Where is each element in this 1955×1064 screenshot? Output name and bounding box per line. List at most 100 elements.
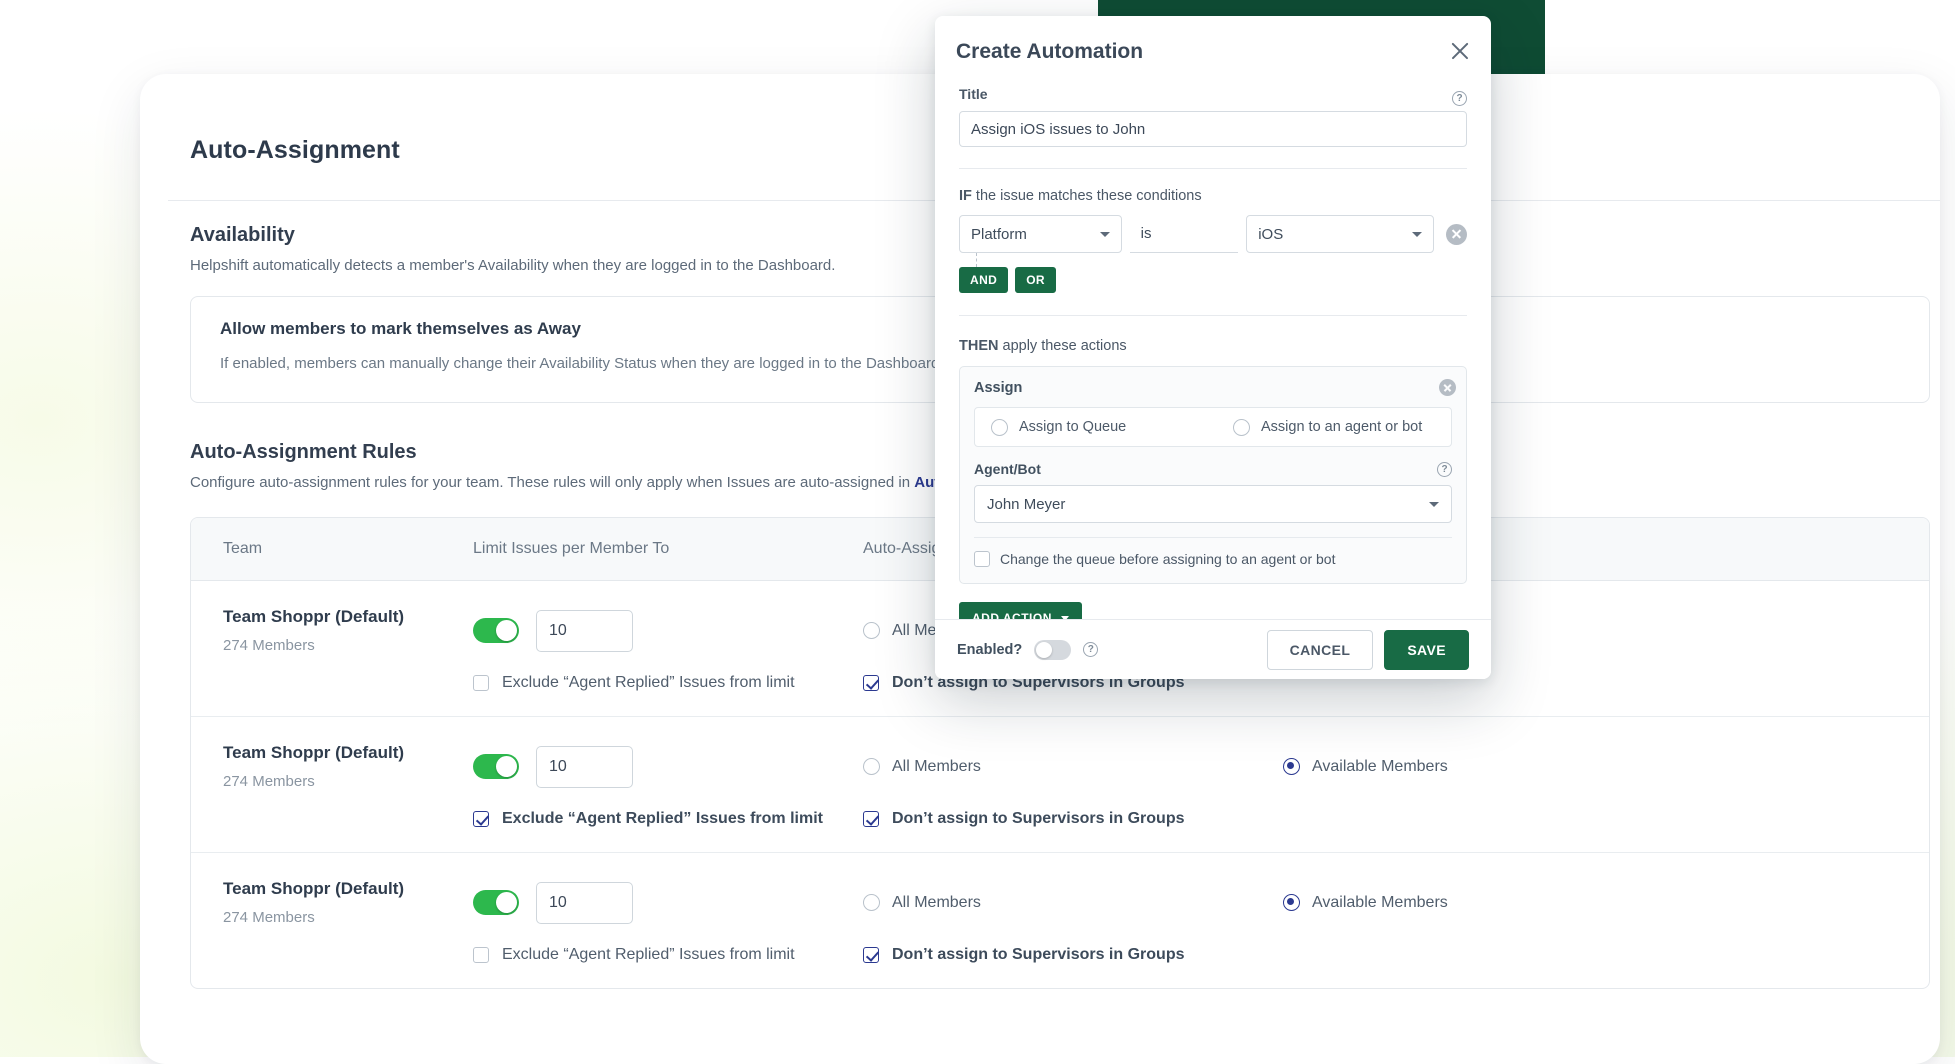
radio-icon [1283, 758, 1300, 775]
checkbox-icon [473, 675, 489, 691]
assign-to-queue-label: Assign to Queue [1019, 419, 1126, 435]
toggle-knob [496, 756, 517, 777]
if-keyword: IF [959, 188, 972, 204]
dont-assign-supervisors-label: Don’t assign to Supervisors in Groups [892, 810, 1184, 828]
limit-toggle[interactable] [473, 754, 519, 779]
then-keyword: THEN [959, 338, 998, 354]
team-member-count: 274 Members [223, 773, 473, 790]
limit-toggle[interactable] [473, 890, 519, 915]
toggle-knob [496, 892, 517, 913]
if-rest: the issue matches these conditions [972, 188, 1202, 204]
condition-value-text: iOS [1258, 226, 1283, 243]
help-icon[interactable]: ? [1083, 642, 1098, 657]
exclude-agent-replied-checkbox[interactable]: Exclude “Agent Replied” Issues from limi… [473, 810, 863, 828]
checkbox-icon [473, 811, 489, 827]
title-field-header: Title ? [959, 86, 1467, 111]
then-actions-label: THEN apply these actions [959, 338, 1467, 354]
title-field-label: Title [959, 86, 988, 102]
toggle-knob [496, 620, 517, 641]
chevron-down-icon [1429, 502, 1439, 507]
radio-icon [1233, 419, 1250, 436]
radio-available-members-label: Available Members [1312, 758, 1448, 776]
and-or-buttons: AND OR [959, 267, 1467, 293]
radio-icon [863, 622, 880, 639]
availability-section: Availability Helpshift automatically det… [190, 224, 835, 274]
automation-title-input[interactable] [959, 111, 1467, 147]
agent-bot-label: Agent/Bot [974, 461, 1041, 477]
chevron-down-icon [1412, 232, 1422, 237]
toggle-knob [1036, 642, 1052, 658]
team-name: Team Shoppr (Default) [223, 743, 473, 763]
checkbox-icon [863, 947, 879, 963]
radio-available-members[interactable]: Available Members [1283, 758, 1929, 776]
table-row: Team Shoppr (Default) 274 Members All Me… [191, 853, 1929, 988]
agent-bot-value: John Meyer [987, 496, 1065, 513]
availability-description: Helpshift automatically detects a member… [190, 257, 835, 274]
limit-toggle[interactable] [473, 618, 519, 643]
assign-to-queue-option[interactable]: Assign to Queue [991, 419, 1233, 436]
column-header-limit: Limit Issues per Member To [473, 540, 863, 558]
delete-condition-icon[interactable] [1446, 224, 1467, 245]
if-conditions-label: IF the issue matches these conditions [959, 188, 1467, 204]
exclude-agent-replied-label: Exclude “Agent Replied” Issues from limi… [502, 674, 795, 692]
radio-icon [863, 758, 880, 775]
radio-available-members[interactable]: Available Members [1283, 894, 1929, 912]
radio-icon [863, 894, 880, 911]
exclude-agent-replied-checkbox[interactable]: Exclude “Agent Replied” Issues from limi… [473, 946, 863, 964]
radio-all-members[interactable]: All Members [863, 758, 1283, 776]
radio-icon [1283, 894, 1300, 911]
availability-heading: Availability [190, 224, 835, 247]
then-rest: apply these actions [998, 338, 1126, 354]
rules-description-text: Configure auto-assignment rules for your… [190, 474, 914, 491]
team-member-count: 274 Members [223, 637, 473, 654]
limit-value-input[interactable] [536, 746, 633, 788]
agent-field-header: Agent/Bot ? [974, 461, 1452, 477]
dont-assign-supervisors-checkbox[interactable]: Don’t assign to Supervisors in Groups [863, 810, 1184, 828]
checkbox-icon [863, 811, 879, 827]
condition-field-select[interactable]: Platform [959, 215, 1122, 253]
modal-title: Create Automation [956, 40, 1143, 64]
save-button[interactable]: SAVE [1384, 630, 1469, 670]
exclude-agent-replied-label: Exclude “Agent Replied” Issues from limi… [502, 810, 823, 828]
availability-card-description: If enabled, members can manually change … [220, 355, 944, 372]
exclude-agent-replied-checkbox[interactable]: Exclude “Agent Replied” Issues from limi… [473, 674, 863, 692]
checkbox-icon [863, 675, 879, 691]
assign-target-radio-group: Assign to Queue Assign to an agent or bo… [974, 407, 1452, 447]
assign-to-agent-label: Assign to an agent or bot [1261, 419, 1422, 435]
limit-value-input[interactable] [536, 882, 633, 924]
assign-action-card: Assign Assign to Queue Assign to an agen… [959, 366, 1467, 584]
page-title: Auto-Assignment [190, 136, 400, 165]
exclude-agent-replied-label: Exclude “Agent Replied” Issues from limi… [502, 946, 795, 964]
modal-footer: Enabled? ? CANCEL SAVE [935, 619, 1491, 679]
enabled-control: Enabled? ? [957, 640, 1098, 660]
dont-assign-supervisors-checkbox[interactable]: Don’t assign to Supervisors in Groups [863, 946, 1184, 964]
condition-field-value: Platform [971, 226, 1027, 243]
radio-all-members-label: All Members [892, 758, 981, 776]
condition-row: Platform is iOS [959, 215, 1467, 253]
or-button[interactable]: OR [1015, 267, 1056, 293]
action-title: Assign [974, 380, 1452, 396]
change-queue-checkbox[interactable]: Change the queue before assigning to an … [974, 551, 1452, 567]
help-icon[interactable]: ? [1452, 91, 1467, 106]
delete-action-icon[interactable] [1439, 379, 1456, 396]
limit-value-input[interactable] [536, 610, 633, 652]
help-icon[interactable]: ? [1437, 462, 1452, 477]
radio-all-members[interactable]: All Members [863, 894, 1283, 912]
close-icon[interactable] [1449, 40, 1471, 62]
team-name: Team Shoppr (Default) [223, 879, 473, 899]
column-header-team: Team [191, 540, 473, 558]
divider [959, 315, 1467, 316]
agent-bot-select[interactable]: John Meyer [974, 485, 1452, 523]
change-queue-label: Change the queue before assigning to an … [1000, 551, 1335, 567]
enabled-label: Enabled? [957, 642, 1022, 658]
team-member-count: 274 Members [223, 909, 473, 926]
create-automation-modal: Create Automation Title ? IF the issue m… [935, 16, 1491, 679]
and-button[interactable]: AND [959, 267, 1008, 293]
assign-to-agent-option[interactable]: Assign to an agent or bot [1233, 419, 1422, 436]
cancel-button[interactable]: CANCEL [1267, 630, 1374, 670]
radio-icon [991, 419, 1008, 436]
condition-value-select[interactable]: iOS [1246, 215, 1434, 253]
condition-operator-select[interactable]: is [1130, 215, 1239, 253]
dont-assign-supervisors-label: Don’t assign to Supervisors in Groups [892, 946, 1184, 964]
enabled-toggle[interactable] [1034, 640, 1071, 660]
